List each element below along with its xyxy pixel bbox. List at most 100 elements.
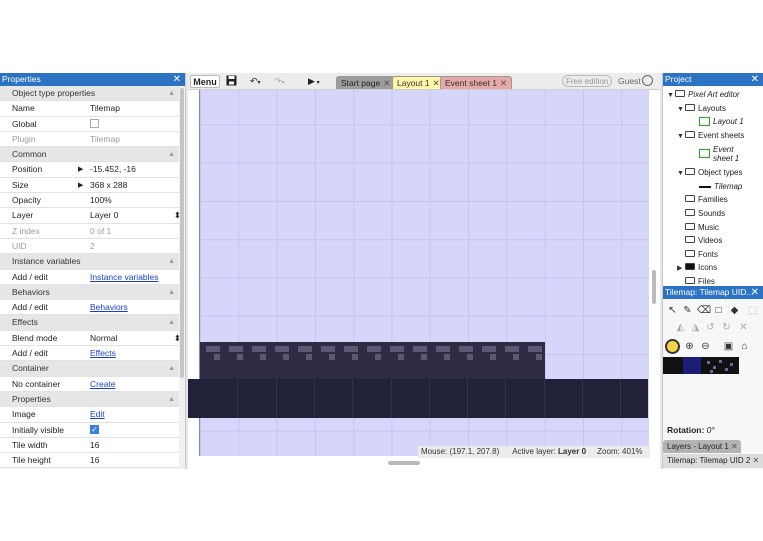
chevron-up-icon[interactable]: ▲ [168, 86, 175, 101]
flip-vertical-icon[interactable]: ◮ [690, 322, 701, 333]
property-value[interactable]: Effects [88, 346, 185, 360]
property-link[interactable]: Effects [90, 348, 116, 358]
property-value[interactable]: Behaviors [88, 300, 185, 314]
rectangle-icon[interactable]: □ [713, 305, 724, 316]
chevron-right-icon[interactable]: ▶ [78, 178, 83, 193]
zoom-in-icon-2[interactable]: ⊕ [684, 341, 695, 352]
property-link[interactable]: Edit [90, 409, 105, 419]
tree-item-event-sheet-1[interactable]: Event sheet 1 [699, 145, 739, 163]
property-section[interactable]: Object type properties ▲ [0, 86, 185, 102]
chevron-down-icon[interactable]: ▼ [667, 92, 675, 99]
property-row[interactable]: Layer Layer 0 ⬍ [0, 208, 185, 224]
clear-icon[interactable]: ✕ [738, 322, 749, 333]
menu-button[interactable]: Menu [190, 75, 220, 88]
property-section[interactable]: Container ▲ [0, 361, 185, 377]
properties-scrollbar[interactable] [179, 86, 185, 469]
rotate-ccw-icon[interactable]: ↺ [705, 322, 716, 333]
tile-palette[interactable] [663, 357, 739, 374]
tree-item-files[interactable]: Files [685, 277, 715, 286]
property-value[interactable]: Create [88, 377, 185, 391]
chevron-right-icon[interactable]: ▶ [677, 264, 685, 272]
undo-icon[interactable]: ↶▾ [250, 75, 261, 88]
property-value[interactable]: 2 [88, 239, 185, 253]
property-select[interactable]: Layer 0 ⬍ [88, 208, 185, 222]
close-icon[interactable]: ✕ [751, 73, 759, 86]
tab-start-page[interactable]: Start page ✕ [336, 76, 396, 89]
property-row[interactable]: Add / edit Behaviors [0, 300, 185, 316]
layout-view[interactable]: Mouse: (197.1, 207.8) Active layer: Laye… [188, 90, 660, 469]
vertical-scrollbar[interactable] [652, 270, 656, 304]
property-value[interactable] [88, 117, 185, 131]
property-row[interactable]: Tile width 16 [0, 437, 185, 454]
property-row[interactable]: Global [0, 116, 185, 132]
property-section[interactable]: Instance variables ▲ [0, 254, 185, 270]
property-select[interactable]: Normal ⬍ [88, 331, 185, 345]
property-row[interactable]: Blend mode Normal ⬍ [0, 330, 185, 347]
pointer-icon[interactable]: ↖ [667, 305, 678, 316]
redo-icon[interactable]: ↷▾ [274, 75, 285, 88]
tree-item-sounds[interactable]: Sounds [685, 209, 725, 218]
chevron-up-icon[interactable]: ▲ [168, 315, 175, 330]
tree-item-layouts[interactable]: ▼ Layouts [677, 104, 726, 113]
property-row[interactable]: UID 2 [0, 238, 185, 255]
property-value[interactable]: Tilemap [88, 132, 185, 146]
select-area-icon[interactable]: ⬚ [747, 305, 758, 316]
tree-item-icons[interactable]: ▶ Icons [677, 263, 717, 272]
horizontal-scrollbar[interactable] [388, 461, 420, 465]
tree-item-event-sheets[interactable]: ▼ Event sheets [677, 131, 744, 140]
chevron-up-icon[interactable]: ▲ [168, 361, 175, 376]
chevron-down-icon[interactable]: ▼ [677, 106, 685, 113]
play-icon[interactable]: ▶ ▾ [308, 75, 320, 88]
chevron-down-icon[interactable]: ▼ [677, 133, 685, 140]
property-row[interactable]: Initially visible ✓ [0, 422, 185, 438]
chevron-down-icon[interactable]: ▼ [677, 170, 685, 177]
tab-layout-1[interactable]: Layout 1 ✕ [392, 76, 445, 89]
save-icon[interactable] [226, 75, 237, 88]
property-value[interactable]: Instance variables [88, 270, 185, 284]
selected-tile[interactable] [683, 357, 701, 374]
property-value[interactable]: Tilemap [88, 101, 185, 115]
zoom-in-icon[interactable] [665, 339, 680, 354]
tree-item-music[interactable]: Music [685, 223, 719, 232]
property-row[interactable]: Image Edit [0, 407, 185, 423]
property-row[interactable]: Add / edit Instance variables [0, 269, 185, 285]
user-icon[interactable] [642, 75, 653, 86]
property-link[interactable]: Create [90, 379, 116, 389]
free-edition-badge[interactable]: Free edition [562, 75, 613, 87]
property-link[interactable]: Behaviors [90, 302, 128, 312]
rotate-cw-icon[interactable]: ↻ [721, 322, 732, 333]
property-row[interactable]: Plugin Tilemap [0, 131, 185, 148]
property-value[interactable]: 100% [88, 193, 185, 207]
property-row[interactable]: Position ▶ -15.452, -16 [0, 162, 185, 178]
close-icon[interactable]: ✕ [731, 442, 738, 451]
property-row[interactable]: Name Tilemap [0, 101, 185, 117]
property-value[interactable]: 368 x 288 [88, 178, 185, 192]
property-row[interactable]: Size ▶ 368 x 288 [0, 177, 185, 194]
property-value[interactable]: Edit [88, 407, 185, 421]
property-row[interactable]: Opacity 100% [0, 193, 185, 209]
property-row[interactable]: No container Create [0, 376, 185, 392]
tree-item-videos[interactable]: Videos [685, 236, 722, 245]
property-row[interactable]: Tile height 16 [0, 453, 185, 469]
tree-item-object-types[interactable]: ▼ Object types [677, 168, 742, 177]
chevron-up-icon[interactable]: ▲ [168, 392, 175, 407]
chevron-right-icon[interactable]: ▶ [78, 162, 83, 177]
tree-item-layout-1[interactable]: Layout 1 [699, 117, 744, 127]
tree-item-tilemap[interactable]: Tilemap [699, 182, 742, 191]
tilemap-bottom-row[interactable] [188, 379, 648, 418]
property-section[interactable]: Properties ▲ [0, 391, 185, 408]
property-row[interactable]: Add / edit Effects [0, 346, 185, 362]
property-value[interactable]: -15.452, -16 [88, 162, 185, 176]
tab-tilemap[interactable]: Tilemap: Tilemap UID 2 ✕ [663, 454, 763, 468]
property-value[interactable]: ✓ [88, 423, 185, 437]
eraser-icon[interactable]: ⌫ [697, 305, 711, 316]
tilemap-top-row[interactable] [200, 342, 545, 380]
pencil-icon[interactable]: ✎ [682, 305, 693, 316]
chevron-up-icon[interactable]: ▲ [168, 285, 175, 300]
property-row[interactable]: Z index 0 of 1 [0, 223, 185, 239]
save-icon[interactable]: ▣ [723, 341, 734, 352]
property-section[interactable]: Behaviors ▲ [0, 284, 185, 301]
property-link[interactable]: Instance variables [90, 272, 159, 282]
close-icon[interactable]: ✕ [383, 78, 390, 88]
property-value[interactable]: 16 [88, 438, 185, 452]
